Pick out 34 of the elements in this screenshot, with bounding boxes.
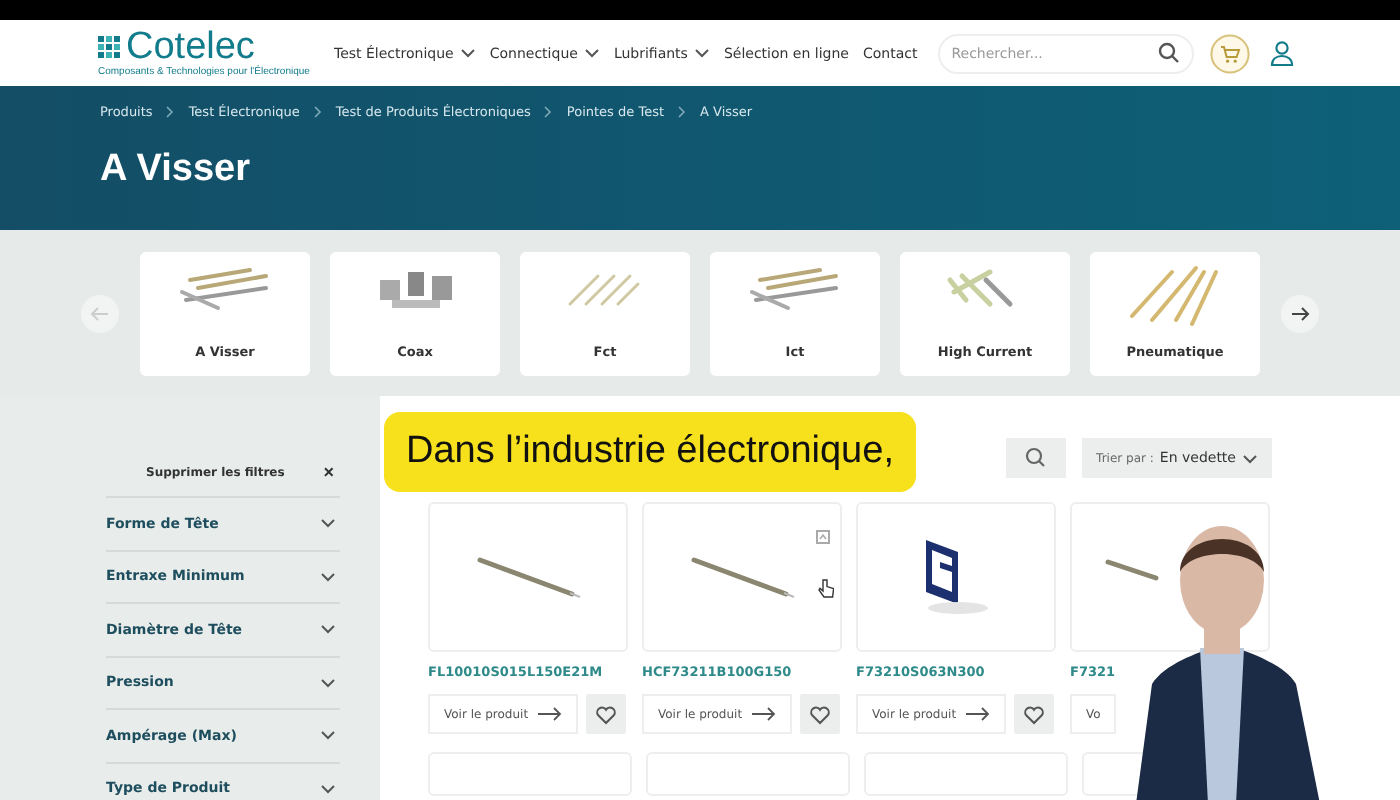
- arrow-right-icon: [538, 706, 563, 722]
- search-icon[interactable]: [1006, 438, 1067, 478]
- chevron-down-icon: [459, 48, 476, 58]
- search-icon[interactable]: [1157, 42, 1180, 64]
- chevron-down-icon: [583, 48, 600, 58]
- cart-icon[interactable]: [1209, 33, 1250, 73]
- chevron-down-icon: [320, 518, 336, 529]
- logo-wordmark: Cotelec: [126, 29, 255, 65]
- chevron-down-icon: [320, 624, 336, 635]
- chevron-down-icon: [1242, 453, 1258, 463]
- probe-drawing: [689, 555, 795, 599]
- chevron-right-icon: [313, 106, 322, 118]
- chevron-down-icon: [320, 730, 336, 741]
- probe-drawing: [475, 555, 581, 599]
- chevron-right-icon: [166, 106, 175, 118]
- hand-cursor-icon: [818, 578, 834, 598]
- chevron-down-icon: [320, 571, 336, 582]
- arrow-right-icon: [966, 706, 991, 722]
- chevron-down-icon: [320, 677, 336, 688]
- arrow-right-icon: [752, 706, 777, 722]
- product-image[interactable]: [856, 502, 1056, 652]
- logo-drawing: [925, 540, 987, 614]
- compare-icon: [816, 530, 830, 544]
- chevron-right-icon: [678, 106, 687, 118]
- chevron-right-icon: [544, 106, 553, 118]
- chevron-down-icon: [693, 48, 710, 58]
- page-title: A Visser: [100, 148, 252, 192]
- user-icon[interactable]: [1269, 40, 1294, 66]
- product-image[interactable]: [1070, 502, 1270, 652]
- chevron-down-icon: [320, 783, 336, 794]
- close-button[interactable]: ×: [323, 462, 334, 482]
- arrow-right-icon[interactable]: [1280, 293, 1320, 333]
- logo-icon: [98, 36, 120, 58]
- subtitle-caption: Dans l’industrie électronique,: [384, 412, 916, 492]
